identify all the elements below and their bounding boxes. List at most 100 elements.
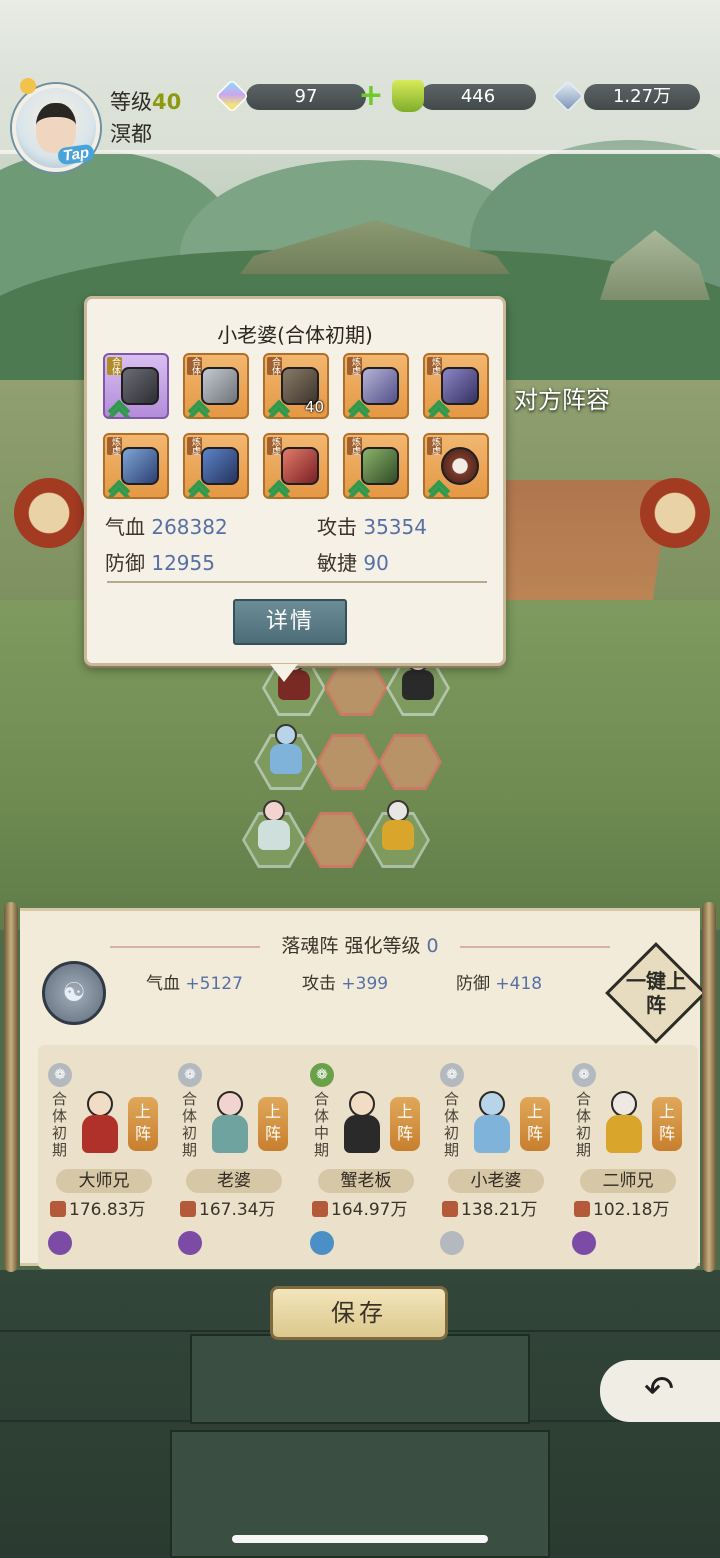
hero-unit-second-brother[interactable] (378, 800, 418, 856)
skill-icon (310, 1231, 334, 1255)
wind-element-icon: ❁ (48, 1063, 72, 1087)
equipment-slot-boots[interactable]: 炼虚 (423, 353, 489, 419)
upgrade-arrow-icon (348, 401, 370, 415)
home-indicator[interactable] (232, 1535, 488, 1543)
stat-hp: 气血 268382 (105, 515, 228, 539)
level-label: 等级 (110, 90, 152, 114)
formation-panel: 落魂阵 强化等级 0 ☯ 气血 +5127 攻击 +399 防御 +418 一键… (4, 902, 716, 1272)
equipment-badge: 炼虚 (267, 437, 282, 455)
hero-portrait (468, 1087, 516, 1157)
equipment-slot-gauntlet[interactable]: 炼虚 (263, 433, 329, 499)
stat-defense: 防御 12955 (105, 551, 215, 575)
upgrade-arrow-icon (268, 401, 290, 415)
hero-power: 167.34万 (180, 1195, 275, 1220)
equipment-slot-ring[interactable]: 炼虚 (423, 433, 489, 499)
equipment-slot-robe[interactable]: 炼虚 (343, 353, 409, 419)
hero-portrait (338, 1087, 386, 1157)
add-currency-button[interactable]: + (358, 81, 384, 111)
equipment-badge: 炼虚 (427, 437, 442, 455)
upgrade-arrow-icon (428, 401, 450, 415)
hero-card[interactable]: ❁ 合体初期 上阵 大师兄 176.83万 (38, 1055, 168, 1255)
one-click-deploy-label[interactable]: 一键上阵 (624, 969, 688, 1017)
hero-realm: 合体初期 (576, 1090, 592, 1159)
upgrade-arrow-icon (188, 481, 210, 495)
hero-unit-little-wife[interactable] (266, 724, 306, 780)
enemy-lineup-button[interactable]: 对方阵容 (514, 380, 610, 415)
war-drum-left (14, 478, 84, 548)
upgrade-arrow-icon (268, 481, 290, 495)
hero-name: 二师兄 (580, 1169, 676, 1193)
combat-power-icon (180, 1201, 196, 1217)
equipment-badge: 炼虚 (187, 437, 202, 455)
equipment-badge: 炼虚 (107, 437, 122, 455)
upgrade-arrow-icon (348, 481, 370, 495)
tome-icon (201, 367, 239, 405)
combat-power-icon (50, 1201, 66, 1217)
crystal-counter: 1.27万 (584, 84, 700, 110)
hero-card[interactable]: ❁ 合体初期 上阵 老婆 167.34万 (168, 1055, 298, 1255)
upgrade-arrow-icon (108, 401, 130, 415)
deploy-button[interactable]: 上阵 (390, 1097, 420, 1151)
hero-name: 蟹老板 (318, 1169, 414, 1193)
hero-realm: 合体初期 (444, 1090, 460, 1159)
top-bar-divider (0, 150, 720, 154)
equipment-slot-helmet[interactable]: 合体 (103, 353, 169, 419)
hero-power: 102.18万 (574, 1195, 669, 1220)
hero-power: 176.83万 (50, 1195, 145, 1220)
gauntlet-icon (281, 447, 319, 485)
belt-icon (361, 447, 399, 485)
deploy-button[interactable]: 上阵 (258, 1097, 288, 1151)
combat-power-icon (574, 1201, 590, 1217)
helmet-icon (121, 367, 159, 405)
deploy-button[interactable]: 上阵 (520, 1097, 550, 1151)
hero-roster: ❁ 合体初期 上阵 大师兄 176.83万 ❁ 合体初期 上阵 老婆 167.3… (38, 1045, 698, 1269)
hero-realm: 合体中期 (314, 1090, 330, 1159)
scroll-rod-left (4, 902, 18, 1272)
equipment-slot-beast[interactable]: 合体 40 (263, 353, 329, 419)
equipment-count: 40 (304, 398, 324, 416)
equipment-slot-belt[interactable]: 炼虚 (343, 433, 409, 499)
scroll-paper: 落魂阵 强化等级 0 ☯ 气血 +5127 攻击 +399 防御 +418 一键… (20, 908, 707, 1269)
combat-power-icon (312, 1201, 328, 1217)
skill-icon (48, 1231, 72, 1255)
equipment-badge: 炼虚 (347, 357, 362, 375)
wind-element-icon: ❁ (178, 1063, 202, 1087)
detail-button[interactable]: 详情 (233, 599, 347, 645)
jade-token-counter: 446 (420, 84, 536, 110)
equipment-grid: 合体 合体 合体 40 炼虚 炼虚 炼虚 炼虚 炼虚 炼虚 炼虚 (103, 353, 495, 499)
formation-title: 落魂阵 强化等级 0 (281, 935, 439, 957)
hero-realm: 合体初期 (52, 1090, 68, 1159)
hero-card[interactable]: ❁ 合体中期 上阵 蟹老板 164.97万 (300, 1055, 430, 1255)
equipment-slot-staff[interactable]: 炼虚 (103, 433, 169, 499)
scroll-rod-right (702, 902, 716, 1272)
hero-name: 小老婆 (448, 1169, 544, 1193)
popup-hero-title: 小老婆(合体初期) (217, 323, 373, 347)
deploy-button[interactable]: 上阵 (652, 1097, 682, 1151)
wind-element-icon: ❁ (572, 1063, 596, 1087)
save-button[interactable]: 保存 (270, 1286, 448, 1340)
stat-agility: 敏捷 90 (317, 551, 389, 575)
hero-card[interactable]: ❁ 合体初期 上阵 二师兄 102.18万 (562, 1055, 692, 1255)
popup-pointer (270, 664, 298, 682)
equipment-badge: 合体 (187, 357, 202, 375)
hero-card[interactable]: ❁ 合体初期 上阵 小老婆 138.21万 (430, 1055, 560, 1255)
war-drum-right (640, 478, 710, 548)
hero-unit-wife[interactable] (254, 800, 294, 856)
jade-token-icon (392, 80, 424, 112)
hero-portrait (600, 1087, 648, 1157)
upgrade-arrow-icon (188, 401, 210, 415)
stat-attack: 攻击 35354 (317, 515, 427, 539)
formation-emblem-icon[interactable]: ☯ (42, 961, 106, 1025)
skill-icon (440, 1231, 464, 1255)
level-value: 40 (152, 90, 182, 114)
robe-icon (361, 367, 399, 405)
deploy-button[interactable]: 上阵 (128, 1097, 158, 1151)
ring-icon (441, 447, 479, 485)
bonus-defense: 防御 +418 (456, 974, 543, 994)
equipment-slot-necklace[interactable]: 炼虚 (183, 433, 249, 499)
back-button[interactable]: ↶ (600, 1360, 720, 1422)
wind-element-icon: ❁ (440, 1063, 464, 1087)
equipment-slot-tome[interactable]: 合体 (183, 353, 249, 419)
upgrade-arrow-icon (108, 481, 130, 495)
hero-portrait (206, 1087, 254, 1157)
